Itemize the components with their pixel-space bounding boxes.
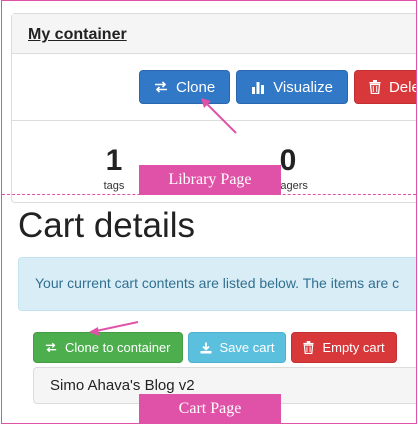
page-title: Cart details [18,206,196,245]
empty-cart-label: Empty cart [322,340,385,355]
exchange-arrows-icon [45,342,57,353]
cart-actions: Clone to container Save cart Empty cart [33,332,397,363]
cart-page-annotation: Cart Page [139,394,281,423]
screenshot-frame: My container Clone Visualize Dele 1 tags… [1,0,417,424]
empty-cart-button[interactable]: Empty cart [291,332,397,363]
cart-info-alert: Your current cart contents are listed be… [18,257,416,311]
tags-count: 1 [105,144,123,177]
save-cart-label: Save cart [219,340,275,355]
trash-icon [369,80,381,94]
exchange-arrows-icon [154,81,168,93]
delete-button[interactable]: Dele [353,70,417,104]
tags-label: tags [103,180,125,192]
delete-button-label: Dele [388,78,417,96]
clone-to-container-label: Clone to container [65,340,171,355]
container-panel-header: My container [12,14,416,54]
library-page-annotation: Library Page [139,165,281,195]
download-icon [200,342,212,354]
panel-divider [12,120,416,121]
tags-stat: 1 tags [84,144,144,192]
save-cart-button[interactable]: Save cart [187,332,287,363]
container-title-link[interactable]: My container [28,26,127,43]
clone-button-label: Clone [176,78,216,96]
bar-chart-icon [251,81,265,94]
clone-to-container-button[interactable]: Clone to container [33,332,183,363]
trash-icon [303,341,314,354]
visualize-button-label: Visualize [273,78,333,96]
clone-button[interactable]: Clone [139,70,231,104]
container-actions: Clone Visualize Dele [139,70,417,104]
visualize-button[interactable]: Visualize [236,70,348,104]
